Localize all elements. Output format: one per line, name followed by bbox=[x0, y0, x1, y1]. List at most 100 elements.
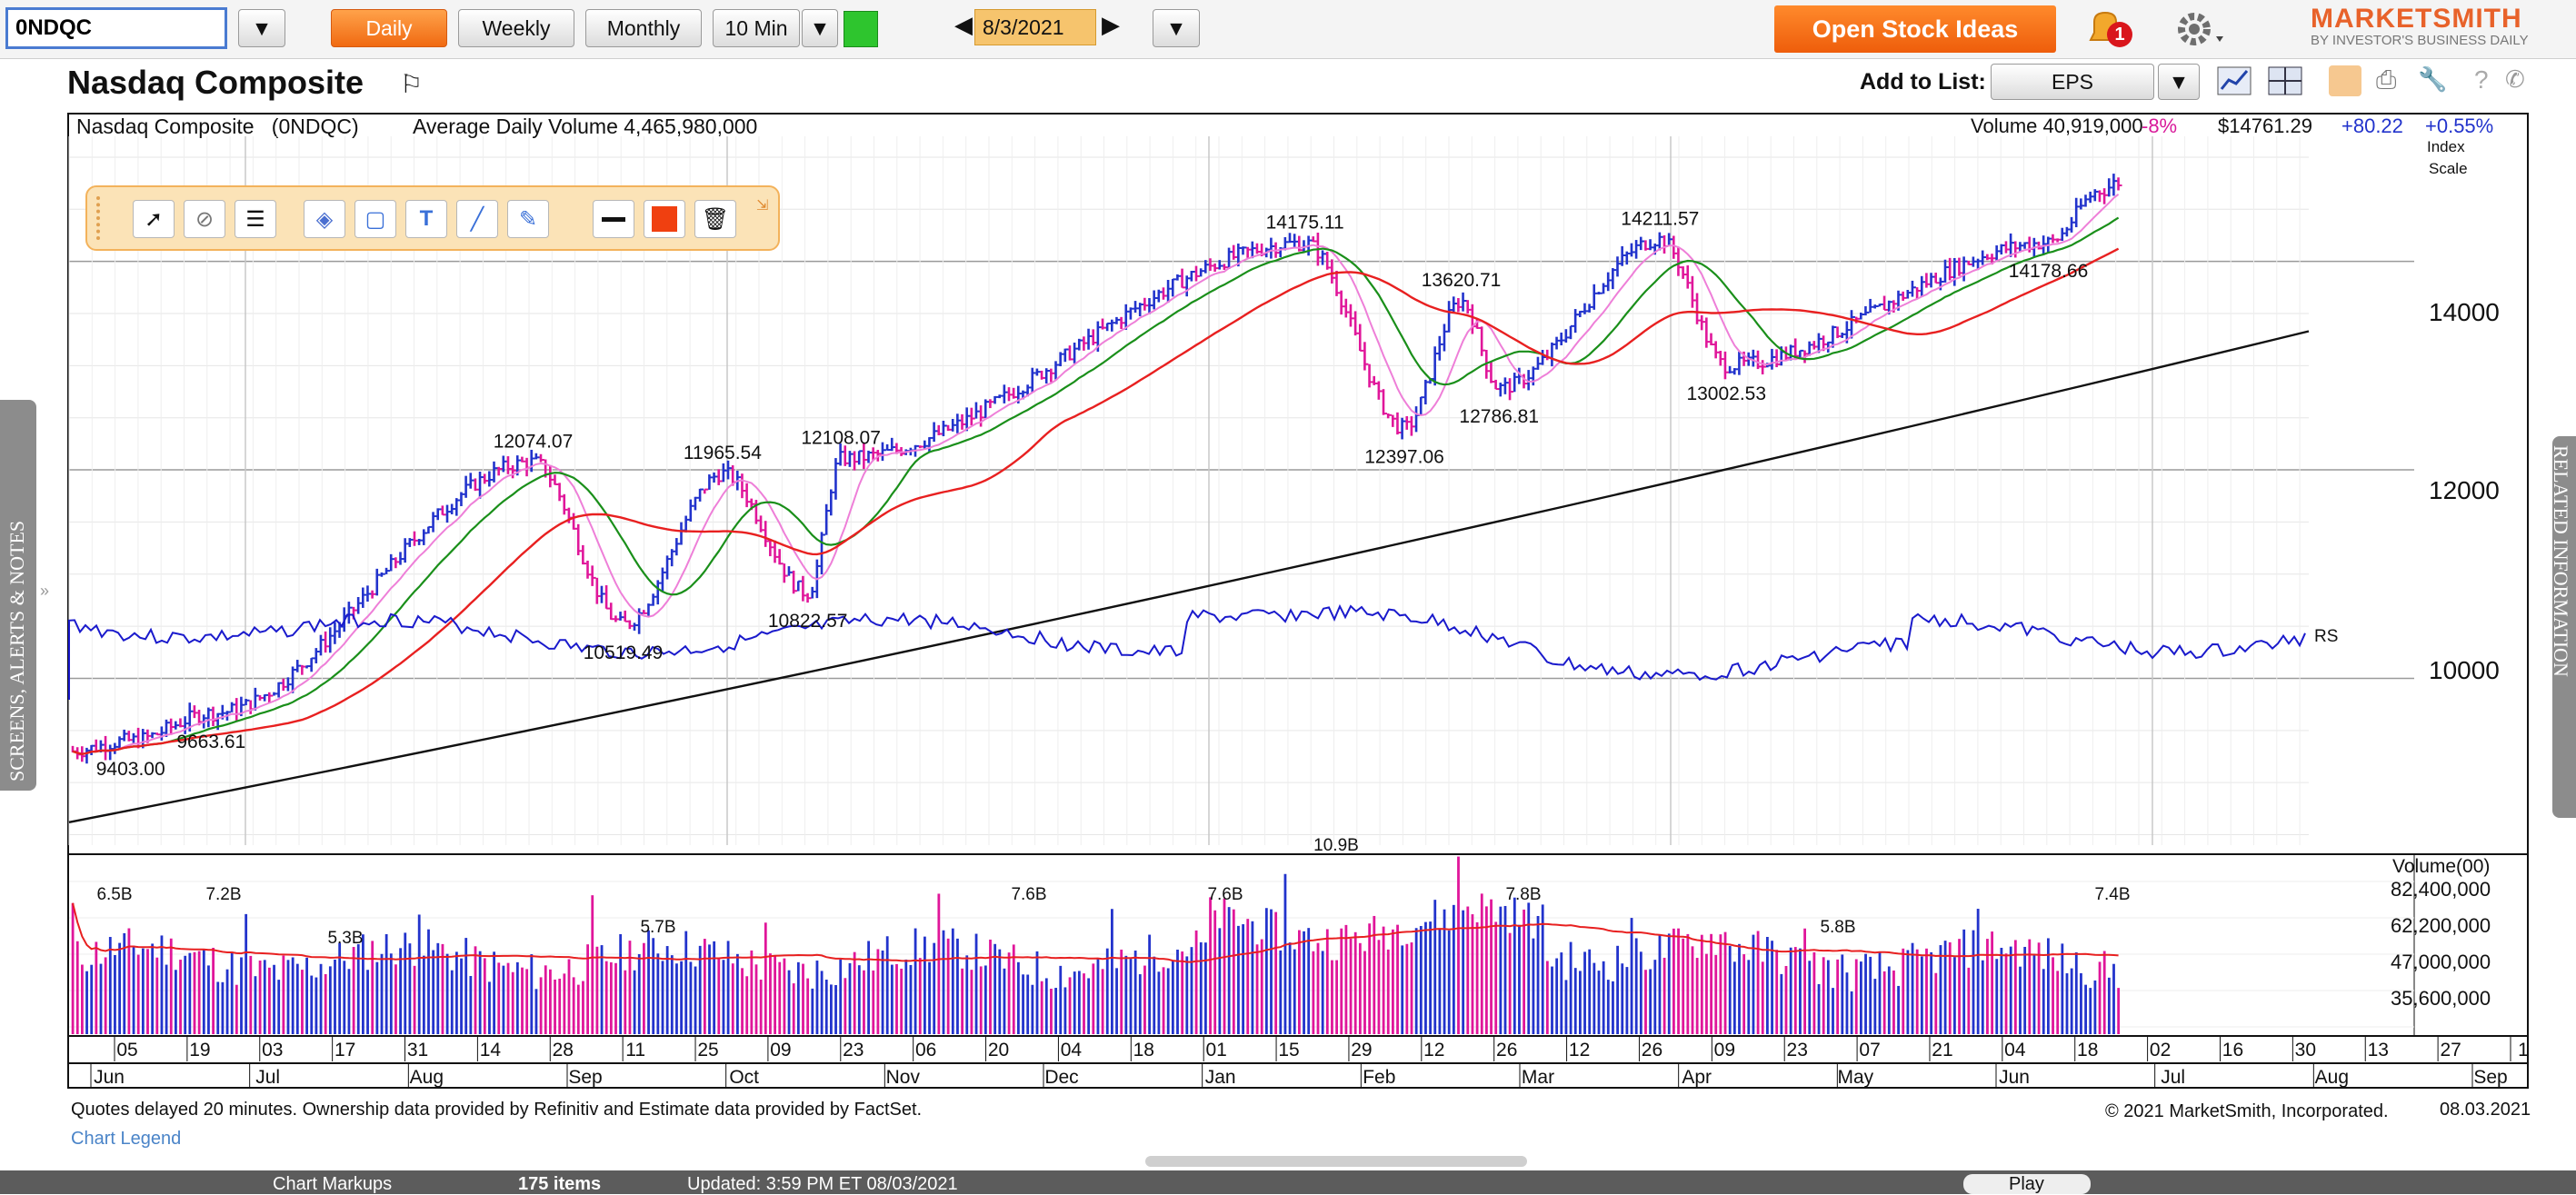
volume-bar bbox=[413, 965, 416, 1034]
toolbar-grip-icon[interactable] bbox=[96, 196, 111, 240]
volume-bar bbox=[778, 961, 782, 1034]
volume-bar bbox=[933, 942, 936, 1034]
volume-bar bbox=[521, 967, 524, 1034]
day-tick-label: 23 bbox=[1787, 1040, 1808, 1061]
hide-markups-tool[interactable]: ⊘ bbox=[184, 200, 225, 238]
volume-bar bbox=[624, 970, 627, 1034]
chart-legend-link[interactable]: Chart Legend bbox=[71, 1129, 181, 1150]
expand-left-icon[interactable]: » bbox=[40, 582, 49, 601]
volume-bar bbox=[726, 941, 730, 1034]
line-tool[interactable]: ╱ bbox=[456, 200, 498, 238]
delete-tool[interactable]: 🗑 bbox=[694, 200, 736, 238]
volume-bar bbox=[881, 950, 884, 1034]
volume-bar bbox=[1270, 909, 1273, 1034]
volume-bar bbox=[815, 961, 819, 1034]
day-tick-label: 11 bbox=[625, 1040, 645, 1061]
volume-bar bbox=[1747, 960, 1751, 1034]
volume-bar bbox=[1667, 933, 1671, 1034]
volume-bar bbox=[1700, 934, 1703, 1034]
volume-bar bbox=[989, 939, 992, 1034]
collapse-icon[interactable]: ⇲ bbox=[756, 196, 768, 214]
volume-bar bbox=[914, 928, 917, 1034]
volume-bar bbox=[1930, 951, 1933, 1034]
volume-bar bbox=[1962, 929, 1966, 1034]
volume-bar bbox=[1869, 956, 1872, 1034]
volume-bar bbox=[235, 984, 238, 1034]
volume-bar bbox=[576, 984, 580, 1034]
pencil-tool[interactable]: ✎ bbox=[507, 200, 549, 238]
volume-bar bbox=[647, 930, 650, 1034]
price-annotation: 10519.49 bbox=[584, 642, 664, 663]
volume-bar bbox=[787, 970, 791, 1034]
volume-bar bbox=[212, 947, 215, 1034]
volume-bar bbox=[1101, 969, 1104, 1034]
volume-bar bbox=[1190, 947, 1193, 1034]
volume-bar bbox=[273, 964, 275, 1034]
volume-bar bbox=[759, 979, 763, 1034]
volume-bar bbox=[2052, 957, 2054, 1034]
volume-bar bbox=[1213, 910, 1217, 1034]
volume-bar bbox=[1433, 900, 1437, 1034]
list-icon: ☰ bbox=[245, 206, 265, 232]
volume-bar bbox=[160, 935, 164, 1034]
volume-bar bbox=[928, 961, 931, 1034]
day-tick-label: 05 bbox=[116, 1040, 137, 1061]
volume-bar bbox=[1223, 898, 1226, 1034]
pointer-tool[interactable]: ➚ bbox=[133, 200, 175, 238]
volume-bar bbox=[572, 977, 575, 1034]
volume-bar bbox=[1723, 931, 1727, 1034]
volume-bar bbox=[872, 970, 875, 1034]
day-tick-label: 26 bbox=[1642, 1040, 1662, 1061]
day-tick-label: 29 bbox=[1351, 1040, 1372, 1061]
horizontal-scrollbar[interactable] bbox=[1145, 1156, 1527, 1167]
volume-bar bbox=[544, 965, 547, 1034]
volume-bar bbox=[1111, 909, 1113, 1034]
volume-bar bbox=[104, 957, 107, 1034]
line-weight-tool[interactable] bbox=[593, 200, 634, 238]
volume-annotation: 10.9B bbox=[1313, 836, 1359, 855]
volume-bar bbox=[2023, 946, 2027, 1034]
price-annotation: 10822.57 bbox=[768, 611, 848, 632]
rs-line-label: RS bbox=[2314, 627, 2339, 646]
text-tool[interactable]: T bbox=[405, 200, 447, 238]
volume-bar bbox=[1471, 914, 1474, 1034]
volume-bar bbox=[1218, 928, 1222, 1034]
volume-bar bbox=[2028, 939, 2032, 1034]
volume-bar bbox=[493, 951, 495, 1034]
volume-bar bbox=[1710, 933, 1712, 1034]
related-information-tab[interactable]: RELATED INFORMATION bbox=[2550, 436, 2576, 818]
volume-bar bbox=[1485, 906, 1488, 1034]
volume-bar bbox=[1677, 928, 1680, 1034]
list-tool[interactable]: ☰ bbox=[235, 200, 276, 238]
text-icon: T bbox=[419, 206, 434, 231]
volume-bar bbox=[1826, 960, 1830, 1034]
screens-alerts-notes-tab[interactable]: SCREENS, ALERTS & NOTES bbox=[0, 400, 36, 791]
volume-bar bbox=[1405, 943, 1409, 1034]
price-volume-chart[interactable]: 9403.009663.6112074.0710519.4911965.5410… bbox=[0, 0, 2576, 1194]
volume-bar bbox=[1817, 983, 1821, 1034]
volume-bar bbox=[1551, 966, 1553, 1034]
volume-bar bbox=[2065, 973, 2069, 1034]
volume-bar bbox=[1237, 925, 1240, 1034]
volume-bar bbox=[689, 961, 693, 1034]
volume-bar bbox=[1597, 971, 1601, 1034]
volume-bar bbox=[1176, 950, 1179, 1034]
two-hundred-day-moving-average bbox=[68, 330, 2310, 823]
volume-bar bbox=[216, 981, 220, 1034]
volume-bar bbox=[1331, 960, 1333, 1034]
chart-markups-label[interactable]: Chart Markups bbox=[273, 1174, 392, 1195]
rectangle-tool[interactable]: ▢ bbox=[354, 200, 396, 238]
play-button[interactable]: Play bbox=[1963, 1174, 2091, 1194]
volume-bar bbox=[965, 955, 969, 1034]
volume-bar bbox=[1986, 939, 1989, 1034]
volume-bar bbox=[1906, 950, 1910, 1034]
day-tick-label: 06 bbox=[915, 1040, 936, 1061]
volume-bar bbox=[979, 966, 983, 1034]
volume-bar bbox=[1480, 893, 1483, 1034]
volume-annotation: 5.7B bbox=[640, 918, 675, 937]
color-tool[interactable] bbox=[644, 200, 685, 238]
paint-tool[interactable]: ◈ bbox=[304, 200, 345, 238]
day-tick-label: 19 bbox=[189, 1040, 210, 1061]
volume-bar bbox=[1958, 939, 1961, 1034]
volume-bar bbox=[1298, 930, 1301, 1034]
